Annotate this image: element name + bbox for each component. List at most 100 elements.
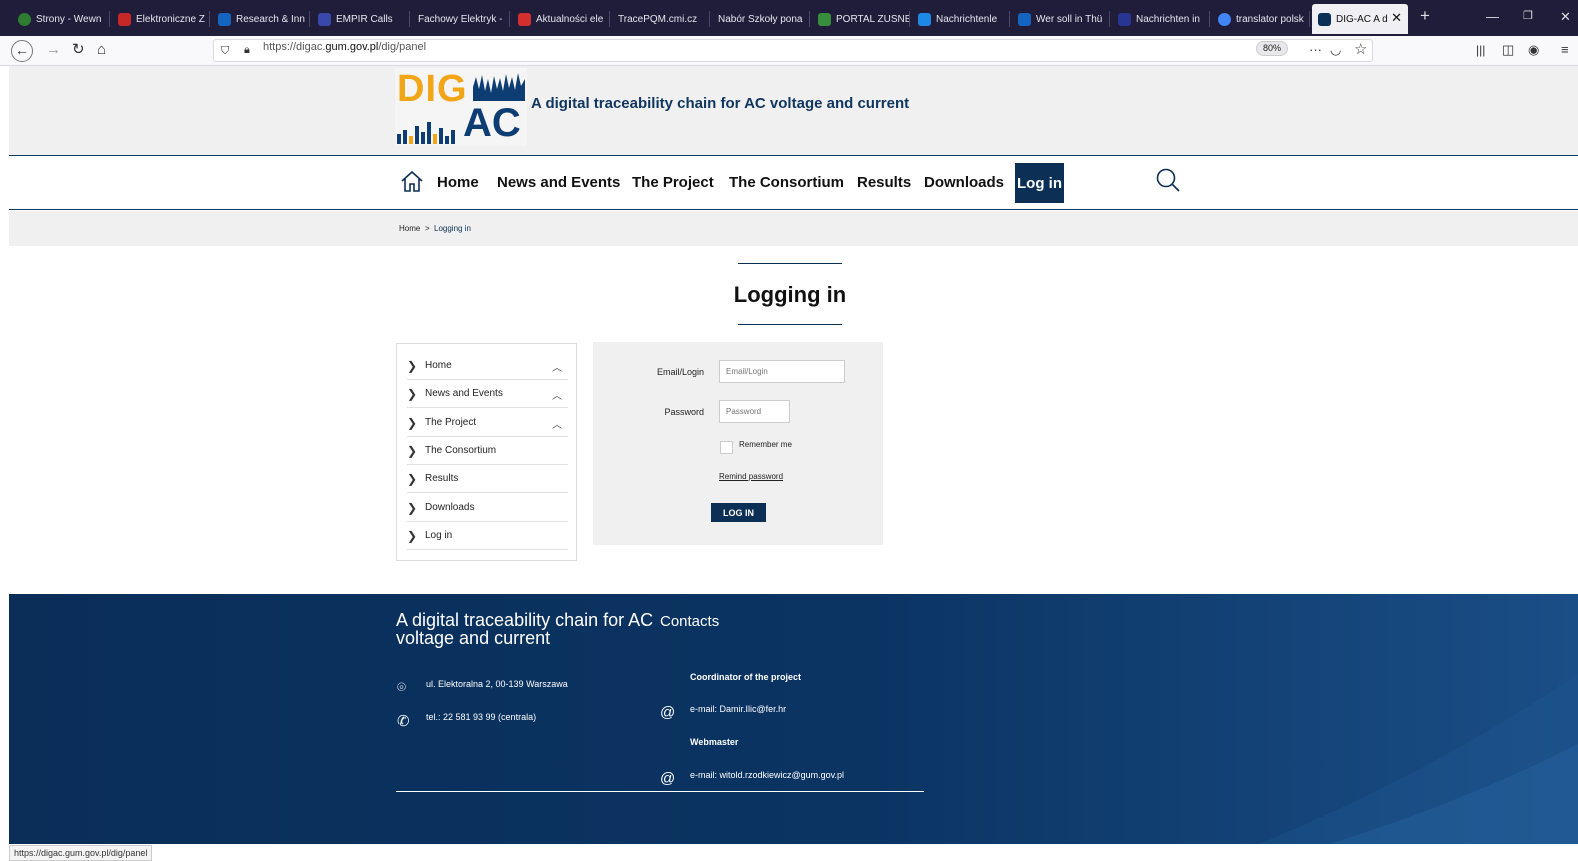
- chevron-up-icon[interactable]: ︿: [552, 359, 562, 374]
- remind-password-link[interactable]: Remind password: [719, 472, 783, 481]
- home-nav-icon[interactable]: [400, 170, 424, 192]
- browser-tab[interactable]: Aktualności ele: [512, 6, 610, 32]
- remember-me-checkbox[interactable]: [720, 441, 733, 454]
- browser-tab[interactable]: translator polsk: [1212, 6, 1310, 32]
- zoom-level[interactable]: 80%: [1256, 41, 1288, 56]
- footer-address: ul. Elektoralna 2, 00-139 Warszawa: [426, 679, 568, 689]
- search-icon[interactable]: [1155, 167, 1181, 193]
- chevron-right-icon: ❯: [407, 471, 418, 486]
- shield-icon[interactable]: ⛉: [221, 42, 229, 60]
- tab-favicon-icon: [1218, 12, 1231, 26]
- tab-label: Fachowy Elektryk -: [418, 13, 503, 25]
- chevron-right-icon: ❯: [407, 415, 418, 430]
- back-icon[interactable]: ←: [11, 40, 33, 62]
- tab-label: PORTAL ZUSNE: [836, 13, 910, 25]
- footer-divider: [396, 791, 924, 792]
- new-tab-button[interactable]: +: [1420, 6, 1430, 26]
- footer-contacts-heading: Contacts: [660, 613, 720, 630]
- password-field[interactable]: [719, 400, 790, 423]
- home-icon[interactable]: ⌂: [97, 41, 106, 59]
- browser-tab[interactable]: Wer soll in Thü: [1012, 6, 1110, 32]
- breadcrumb-home[interactable]: Home: [399, 224, 420, 233]
- url-text[interactable]: https://digac.gum.gov.pl/dig/panel: [263, 41, 426, 53]
- close-window-icon[interactable]: ✕: [1560, 9, 1571, 25]
- browser-tab[interactable]: Strony - Wewn: [12, 6, 110, 32]
- webmaster-email[interactable]: e-mail: witold.rzodkiewicz@gum.gov.pl: [690, 770, 844, 780]
- location-pin-icon: ⌾: [397, 679, 407, 696]
- tab-label: TracePQM.cmi.cz: [618, 13, 698, 25]
- browser-tab[interactable]: Research & Inn: [212, 6, 310, 32]
- browser-tab-active[interactable]: DIG-AC A d ✕: [1312, 4, 1408, 34]
- side-menu-item-home[interactable]: ❯ Home ︿: [407, 352, 568, 380]
- side-menu-item-news-and-events[interactable]: ❯ News and Events ︿: [407, 380, 568, 408]
- chevron-up-icon[interactable]: ︿: [552, 416, 562, 431]
- browser-tab-strip: Strony - Wewn Elektroniczne Z Research &…: [0, 0, 1578, 36]
- lock-icon[interactable]: 🔒︎: [244, 41, 250, 59]
- chevron-right-icon: ❯: [407, 358, 418, 373]
- chevron-right-icon: ❯: [407, 528, 418, 543]
- site-footer: A digital traceability chain for AC volt…: [9, 594, 1578, 844]
- menu-icon[interactable]: ≡: [1561, 41, 1569, 59]
- password-label: Password: [664, 407, 704, 417]
- email-at-icon: @: [660, 704, 676, 721]
- tab-favicon-icon: [1318, 12, 1331, 26]
- tab-favicon-icon: [318, 12, 331, 26]
- side-menu-item-the-consortium[interactable]: ❯ The Consortium: [407, 437, 568, 465]
- tab-favicon-icon: [918, 12, 931, 26]
- tab-label: Strony - Wewn: [36, 13, 102, 25]
- side-menu-item-the-project[interactable]: ❯ The Project ︿: [407, 409, 568, 437]
- site-tagline: A digital traceability chain for AC volt…: [531, 95, 910, 112]
- tab-label: Nachrichtenle: [936, 13, 998, 25]
- chevron-right-icon: ❯: [407, 386, 418, 401]
- coordinator-email[interactable]: e-mail: Damir.Ilic@fer.hr: [690, 704, 786, 714]
- page-title-block: Logging in: [734, 263, 846, 325]
- reload-icon[interactable]: ↻: [72, 41, 85, 59]
- tab-close-icon[interactable]: ✕: [1391, 10, 1402, 26]
- sidebar-icon[interactable]: ◫: [1502, 41, 1514, 59]
- tab-favicon-icon: [218, 12, 231, 26]
- tab-label: Wer soll in Thü: [1036, 13, 1103, 25]
- more-actions-icon[interactable]: ···: [1309, 41, 1322, 59]
- account-icon[interactable]: ◉: [1528, 41, 1539, 59]
- forward-icon[interactable]: →: [46, 41, 61, 59]
- site-header: DIG AC A digital traceability chain for …: [9, 66, 1578, 156]
- browser-tab[interactable]: Nachrichtenle: [912, 6, 1010, 32]
- browser-tab[interactable]: Elektroniczne Z: [112, 6, 210, 32]
- browser-toolbar: ← → ↻ ⌂ ⛉ 🔒︎ ··· ◡ ☆ ||| ◫ ◉ ≡: [0, 36, 1578, 66]
- bookmark-star-icon[interactable]: ☆: [1354, 41, 1367, 59]
- side-menu: ❯ Home ︿ ❯ News and Events ︿ ❯ The Project ︿ ❯…: [396, 343, 577, 561]
- nav-log-in[interactable]: Log in: [1015, 163, 1064, 203]
- tab-label: Nachrichten in: [1136, 13, 1200, 25]
- pocket-icon[interactable]: ◡: [1330, 41, 1341, 59]
- tab-label: Nabór Szkoły pona: [718, 13, 803, 25]
- library-icon[interactable]: |||: [1476, 41, 1485, 59]
- tab-label: Elektroniczne Z: [136, 13, 205, 25]
- nav-the-project[interactable]: The Project: [632, 174, 714, 191]
- side-menu-item-downloads[interactable]: ❯ Downloads: [407, 494, 568, 522]
- log-in-button[interactable]: LOG IN: [711, 503, 766, 522]
- side-menu-item-log-in[interactable]: ❯ Log in: [407, 522, 568, 550]
- browser-tab[interactable]: TracePQM.cmi.cz: [612, 6, 710, 32]
- nav-results[interactable]: Results: [857, 174, 911, 191]
- browser-tab[interactable]: Nabór Szkoły pona: [712, 6, 810, 32]
- tab-label: Research & Inn: [236, 13, 305, 25]
- nav-news-and-events[interactable]: News and Events: [497, 174, 620, 191]
- browser-tab[interactable]: Nachrichten in: [1112, 6, 1210, 32]
- email-field[interactable]: [719, 360, 845, 383]
- browser-tab[interactable]: EMPIR Calls: [312, 6, 410, 32]
- nav-downloads[interactable]: Downloads: [924, 174, 1004, 191]
- site-logo[interactable]: DIG AC: [395, 68, 527, 146]
- nav-the-consortium[interactable]: The Consortium: [729, 174, 844, 191]
- tab-label: Aktualności ele: [536, 13, 604, 25]
- side-menu-item-results[interactable]: ❯ Results: [407, 465, 568, 493]
- footer-phone[interactable]: tel.: 22 581 93 99 (centrala): [426, 712, 536, 722]
- phone-icon: ✆: [397, 713, 410, 730]
- restore-icon[interactable]: ❐: [1523, 9, 1533, 22]
- page-content: DIG AC A digital traceability chain for …: [9, 66, 1578, 861]
- browser-tab[interactable]: Fachowy Elektryk -: [412, 6, 510, 32]
- breadcrumb-separator: >: [425, 224, 430, 233]
- nav-home[interactable]: Home: [437, 174, 479, 191]
- minimize-icon[interactable]: —: [1486, 9, 1499, 24]
- chevron-up-icon[interactable]: ︿: [552, 387, 562, 402]
- browser-tab[interactable]: PORTAL ZUSNE: [812, 6, 910, 32]
